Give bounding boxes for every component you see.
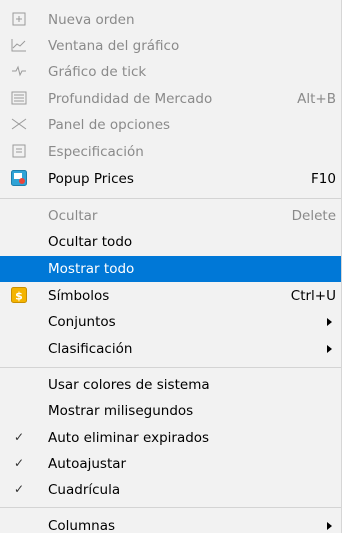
menu-item-show-all[interactable]: Mostrar todo — [0, 256, 341, 282]
menu-item-use-system-colors[interactable]: Usar colores de sistema — [0, 372, 341, 398]
submenu-arrow-icon — [327, 345, 332, 353]
menu-item-sorting[interactable]: Clasificación — [0, 336, 341, 362]
shortcut-label: Alt+B — [297, 91, 336, 107]
menu-item-popup-prices[interactable]: Popup Prices F10 — [0, 166, 341, 192]
menu-item-label: Especificación — [48, 144, 144, 160]
menu-item-label: Columnas — [48, 518, 116, 533]
menu-item-hide-all[interactable]: Ocultar todo — [0, 229, 341, 255]
menu-separator — [0, 507, 341, 508]
menu-item-label: Autoajustar — [48, 456, 127, 472]
menu-item-label: Mostrar milisegundos — [48, 403, 194, 419]
menu-item-label: Nueva orden — [48, 12, 135, 28]
menu-item-label: Gráfico de tick — [48, 64, 147, 80]
context-menu: Nueva orden Ventana del gráfico Gráfico … — [0, 0, 342, 533]
menu-item-show-milliseconds[interactable]: Mostrar milisegundos — [0, 398, 341, 424]
svg-text:$: $ — [15, 290, 23, 303]
shortcut-label: Delete — [291, 208, 336, 224]
menu-item-label: Cuadrícula — [48, 482, 121, 498]
menu-item-label: Panel de opciones — [48, 117, 171, 133]
menu-item-label: Ventana del gráfico — [48, 38, 180, 54]
specification-icon — [11, 143, 27, 159]
menu-item-hide[interactable]: Ocultar Delete — [0, 203, 341, 229]
shortcut-label: F10 — [311, 171, 336, 187]
menu-item-market-depth[interactable]: Profundidad de Mercado Alt+B — [0, 86, 341, 112]
menu-item-label: Ocultar todo — [48, 234, 133, 250]
menu-item-sets[interactable]: Conjuntos — [0, 309, 341, 335]
shortcut-label: Ctrl+U — [290, 288, 336, 304]
menu-item-tick-chart[interactable]: Gráfico de tick — [0, 59, 341, 85]
submenu-arrow-icon — [327, 318, 332, 326]
menu-item-symbols[interactable]: $ Símbolos Ctrl+U — [0, 283, 341, 309]
market-depth-icon — [11, 90, 27, 106]
menu-item-options-panel[interactable]: Panel de opciones — [0, 112, 341, 138]
menu-separator — [0, 367, 341, 368]
checkmark-icon: ✓ — [14, 482, 25, 496]
menu-item-chart-window[interactable]: Ventana del gráfico — [0, 33, 341, 59]
chart-window-icon — [11, 37, 27, 53]
options-panel-icon — [11, 116, 27, 132]
new-order-icon — [11, 11, 27, 27]
popup-prices-icon — [11, 170, 27, 186]
menu-item-label: Profundidad de Mercado — [48, 91, 213, 107]
menu-item-auto-remove-expired[interactable]: ✓ Auto eliminar expirados — [0, 425, 341, 451]
checkmark-icon: ✓ — [14, 456, 25, 470]
menu-item-label: Ocultar — [48, 208, 98, 224]
menu-item-label: Auto eliminar expirados — [48, 430, 210, 446]
menu-item-auto-fit[interactable]: ✓ Autoajustar — [0, 451, 341, 477]
checkmark-icon: ✓ — [14, 430, 25, 444]
menu-item-label: Popup Prices — [48, 171, 134, 187]
menu-item-label: Mostrar todo — [48, 261, 135, 277]
menu-item-columns[interactable]: Columnas — [0, 513, 341, 533]
symbols-icon: $ — [11, 287, 27, 303]
menu-separator — [0, 198, 341, 199]
menu-item-specification[interactable]: Especificación — [0, 139, 341, 165]
menu-item-label: Clasificación — [48, 341, 133, 357]
menu-item-label: Símbolos — [48, 288, 110, 304]
menu-item-label: Usar colores de sistema — [48, 377, 210, 393]
menu-item-new-order[interactable]: Nueva orden — [0, 7, 341, 33]
submenu-arrow-icon — [327, 522, 332, 530]
menu-item-grid[interactable]: ✓ Cuadrícula — [0, 477, 341, 503]
tick-chart-icon — [11, 63, 27, 79]
menu-item-label: Conjuntos — [48, 314, 116, 330]
